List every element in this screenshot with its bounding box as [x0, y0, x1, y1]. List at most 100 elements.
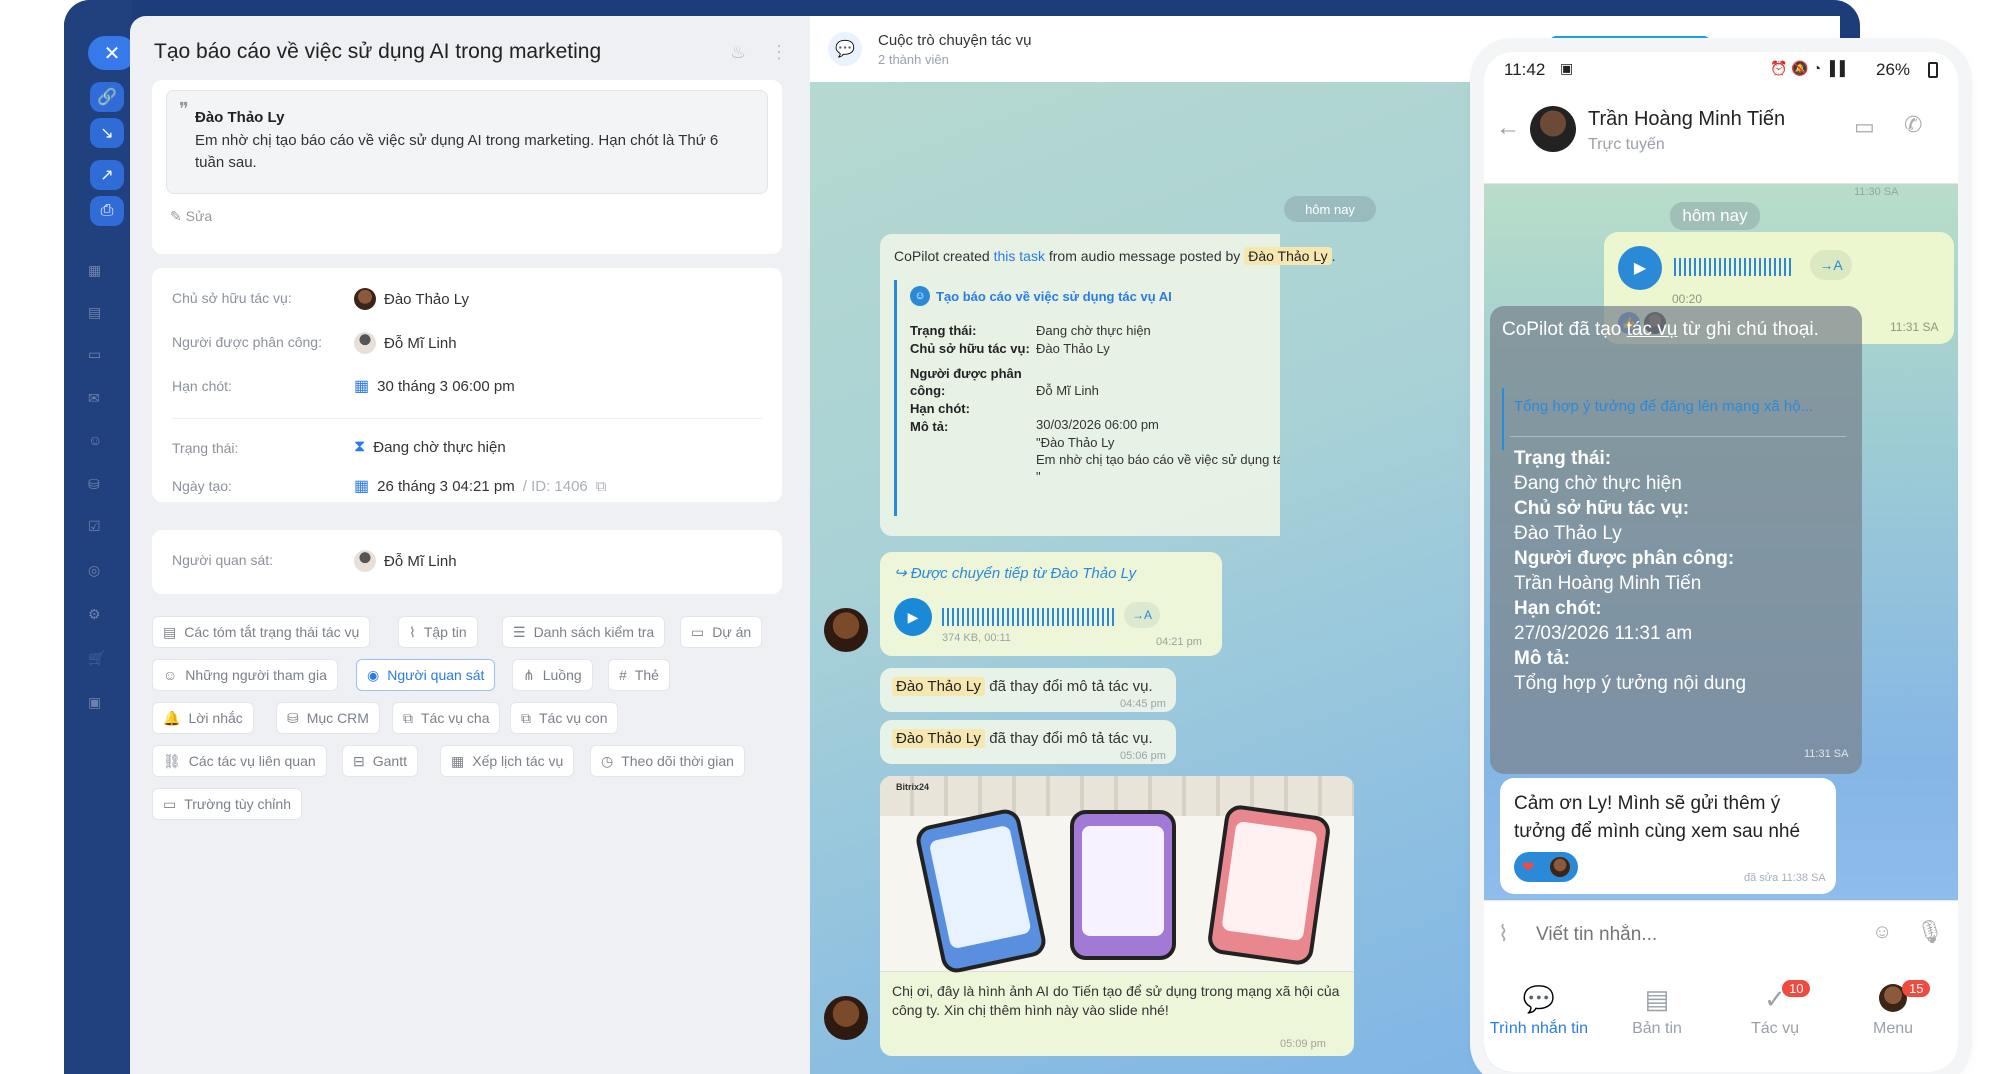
chat-members[interactable]: 2 thành viên [878, 52, 949, 67]
voice-play-button[interactable]: ▶ [1618, 246, 1662, 290]
chat-bubbles-icon: 💬 [1522, 984, 1556, 1014]
sender-avatar[interactable] [824, 608, 868, 652]
chip-crm[interactable]: ⛁ Mục CRM [276, 702, 380, 734]
close-button[interactable]: ✕ [88, 36, 136, 70]
newsfeed-icon: ▤ [1644, 984, 1670, 1014]
automation-icon[interactable]: ⚙ [88, 606, 108, 626]
tab-label: Tác vụ [1750, 1020, 1799, 1037]
chip-participants[interactable]: ☺ Những người tham gia [152, 659, 338, 691]
inventory-icon[interactable]: ▣ [88, 694, 108, 714]
owner-label: Chủ sở hữu tác vụ: [172, 290, 292, 306]
card-value: Đào Thảo Ly [1036, 341, 1110, 356]
tasks-icon[interactable]: ☑ [88, 518, 108, 538]
copilot-task-link[interactable]: tác vụ [1627, 319, 1678, 340]
created-text: 26 tháng 3 04:21 pm [377, 477, 515, 495]
play-button[interactable]: ▶ [894, 598, 932, 636]
contacts-icon[interactable]: ☺ [88, 432, 108, 452]
change-author[interactable]: Đào Thảo Ly [892, 729, 986, 748]
row-key: Người được phân công: [1514, 548, 1735, 569]
copilot-post: từ ghi chú thoại. [1677, 319, 1819, 340]
document-icon[interactable]: ▤ [88, 304, 108, 324]
open-external-icon[interactable]: ↗ [90, 160, 124, 190]
chip-tags[interactable]: # Thẻ [608, 659, 670, 691]
chip-observers[interactable]: ◉ Người quan sát [356, 659, 496, 691]
copilot-end: . [1331, 248, 1336, 264]
phone-illustration [1206, 803, 1332, 967]
flame-icon[interactable]: ♨ [730, 42, 746, 63]
calendar-icon[interactable]: ▦ [88, 262, 108, 282]
task-accent-bar [1502, 388, 1504, 450]
drive-icon[interactable]: ▭ [88, 346, 108, 366]
chip-schedule[interactable]: ▦ Xếp lịch tác vụ [440, 745, 575, 777]
chip-status-summaries[interactable]: ▤ Các tóm tắt trạng thái tác vụ [152, 616, 371, 648]
chip-time-tracking[interactable]: ◷ Theo dõi thời gian [590, 745, 745, 777]
chip-label: Dự án [712, 624, 752, 640]
hash-icon: # [619, 667, 627, 683]
summary-icon: ▤ [163, 623, 177, 640]
copilot-task-link[interactable]: this task [994, 248, 1045, 264]
chip-checklist[interactable]: ☰ Danh sách kiểm tra [502, 616, 666, 648]
chip-flow[interactable]: ⋔ Luồng [512, 659, 593, 691]
forwarded-audio-message: ↪ Được chuyển tiếp từ Đào Thảo Ly ▶ →A 3… [880, 552, 1222, 656]
quote-text: Em nhờ chị tạo báo cáo về việc sử dụng A… [195, 132, 719, 171]
sticker-icon[interactable]: ☺ [1872, 921, 1892, 944]
chip-related-tasks[interactable]: ⛓ Các tác vụ liên quan [152, 745, 327, 777]
edit-description-link[interactable]: ✎ Sửa [170, 208, 212, 225]
chip-files[interactable]: ⌇ Tập tin [398, 616, 478, 648]
microphone-icon[interactable]: 🎙 [1916, 919, 1944, 945]
chip-gantt[interactable]: ⊟ Gantt [342, 745, 418, 777]
phone-illustration [913, 806, 1049, 976]
tab-label: Bản tin [1632, 1020, 1682, 1037]
crm-icon[interactable]: ⛁ [88, 476, 108, 496]
reply-time: đã sửa 11:38 SA [1744, 872, 1826, 884]
owner-value[interactable]: Đào Thảo Ly [354, 288, 469, 310]
card-value: 30/03/2026 06:00 pm [1036, 417, 1159, 432]
more-icon[interactable]: ⋮ [770, 42, 788, 63]
sites-icon[interactable]: ◎ [88, 562, 108, 582]
card-header[interactable]: ☺ Tạo báo cáo về việc sử dụng tác vụ AI [910, 286, 1172, 306]
contact-avatar[interactable] [1530, 106, 1576, 152]
deadline-text: 30 tháng 3 06:00 pm [377, 377, 515, 395]
phone-task-link[interactable]: Tổng hợp ý tưởng để đăng lên mạng xã hộ.… [1514, 398, 1844, 415]
assignee-value[interactable]: Đỗ Mĩ Linh [354, 332, 457, 354]
message-input[interactable] [1536, 915, 1836, 955]
tab-messenger[interactable]: 💬 Trình nhắn tin [1484, 984, 1594, 1038]
sender-avatar[interactable] [824, 996, 868, 1040]
cart-icon[interactable]: 🛒 [88, 650, 108, 670]
chip-parent-task[interactable]: ⧉ Tác vụ cha [392, 702, 501, 734]
tab-tasks[interactable]: ✓ Tác vụ 10 [1720, 980, 1830, 1038]
transcribe-button[interactable]: →A [1124, 602, 1160, 628]
chip-label: Thẻ [634, 667, 659, 683]
chip-custom-fields[interactable]: ▭ Trường tùy chỉnh [152, 788, 302, 820]
arrow-down-right-icon[interactable]: ↘ [90, 118, 124, 148]
copilot-author[interactable]: Đào Thảo Ly [1244, 247, 1332, 265]
image-message: Bitrix24 Chị ơi, đây là hình ảnh AI do T… [880, 776, 1354, 1056]
voice-waveform[interactable] [1674, 258, 1794, 276]
phone-date-divider: hôm nay [1670, 202, 1760, 230]
link-icon[interactable]: 🔗 [90, 82, 124, 112]
print-icon[interactable]: ⎙ [90, 196, 124, 226]
owner-avatar [354, 288, 376, 310]
contact-name[interactable]: Trần Hoàng Minh Tiến [1588, 108, 1785, 131]
tab-menu[interactable]: Menu 15 [1838, 980, 1948, 1038]
chip-label: Các tóm tắt trạng thái tác vụ [184, 624, 360, 640]
voice-transcribe-button[interactable]: →A [1810, 250, 1852, 280]
change-author[interactable]: Đào Thảo Ly [892, 677, 986, 696]
tab-feed[interactable]: ▤ Bản tin [1602, 984, 1712, 1038]
audio-waveform[interactable] [942, 608, 1116, 626]
phone-call-icon[interactable]: ✆ [1904, 112, 1922, 138]
divider [172, 418, 762, 419]
video-camera-icon[interactable]: ▭ [1854, 114, 1875, 140]
attach-icon[interactable]: ⌇ [1498, 921, 1509, 947]
chip-reminders[interactable]: 🔔 Lời nhắc [152, 702, 254, 734]
back-arrow-icon[interactable]: ← [1496, 114, 1520, 142]
mail-icon[interactable]: ✉ [88, 390, 108, 410]
reactor-avatar [1550, 857, 1571, 877]
ai-image[interactable]: Bitrix24 [880, 776, 1354, 976]
observer-value[interactable]: Đỗ Mĩ Linh [354, 550, 457, 572]
chip-subtasks[interactable]: ⧉ Tác vụ con [510, 702, 619, 734]
chip-project[interactable]: ▭ Dự án [680, 616, 763, 648]
deadline-value[interactable]: ▦ 30 tháng 3 06:00 pm [354, 376, 515, 396]
copy-icon[interactable]: ⧉ [596, 478, 607, 495]
reaction-chip[interactable]: ❤ [1514, 852, 1578, 882]
